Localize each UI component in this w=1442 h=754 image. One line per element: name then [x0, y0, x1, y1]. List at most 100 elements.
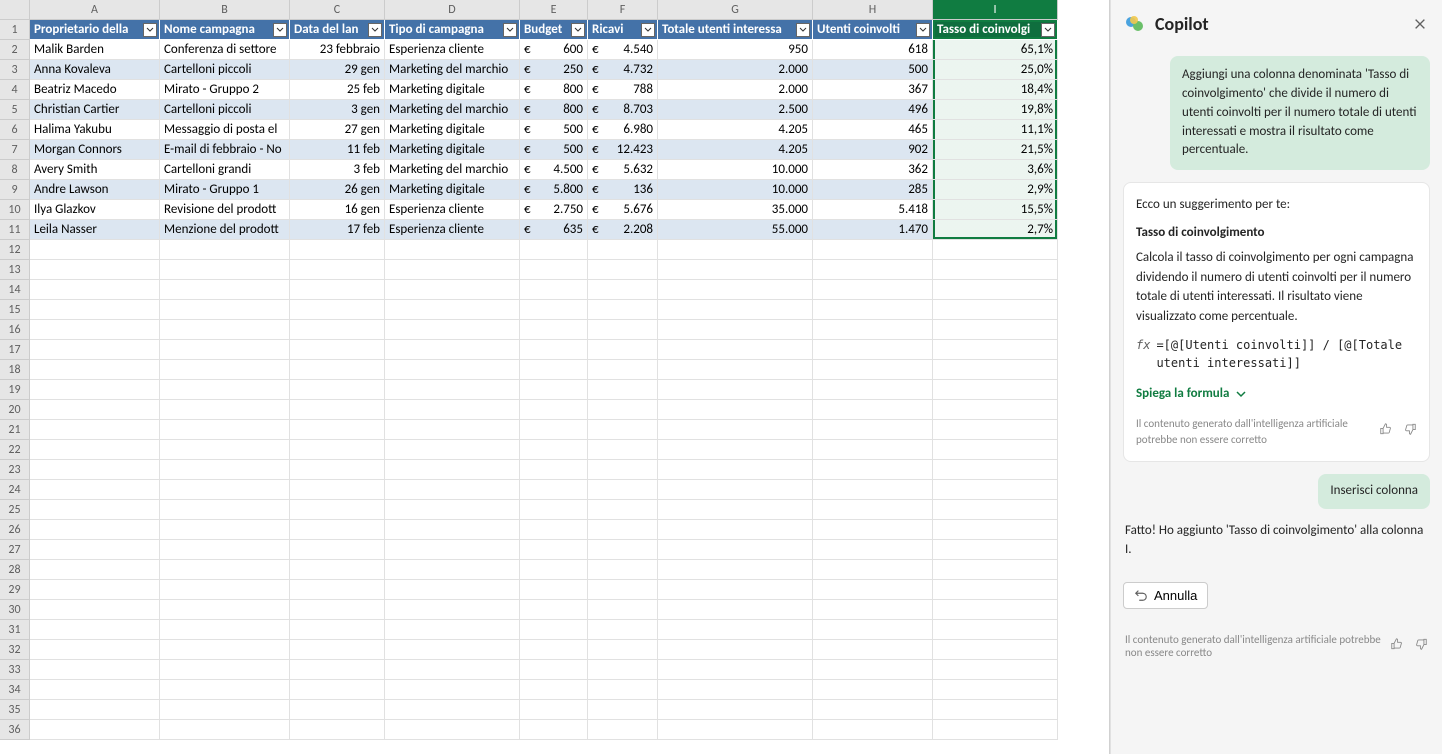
cell-C33[interactable]: [290, 660, 385, 680]
cell-A30[interactable]: [30, 600, 160, 620]
cell-B13[interactable]: [160, 260, 290, 280]
cell-G30[interactable]: [658, 600, 813, 620]
explain-formula-button[interactable]: Spiega la formula: [1136, 384, 1417, 404]
cell-A4[interactable]: Beatriz Macedo: [30, 80, 160, 100]
cell-G26[interactable]: [658, 520, 813, 540]
cell-D4[interactable]: Marketing digitale: [385, 80, 520, 100]
row-header-20[interactable]: 20: [0, 400, 30, 420]
cell-F18[interactable]: [588, 360, 658, 380]
cell-E7[interactable]: €500: [520, 140, 588, 160]
cell-E8[interactable]: €4.500: [520, 160, 588, 180]
row-header-28[interactable]: 28: [0, 560, 30, 580]
cell-A10[interactable]: Ilya Glazkov: [30, 200, 160, 220]
cell-F31[interactable]: [588, 620, 658, 640]
filter-dropdown-icon[interactable]: [368, 23, 382, 37]
cell-C8[interactable]: 3 feb: [290, 160, 385, 180]
cell-I13[interactable]: [933, 260, 1058, 280]
cell-E36[interactable]: [520, 720, 588, 740]
cell-F10[interactable]: €5.676: [588, 200, 658, 220]
cell-B26[interactable]: [160, 520, 290, 540]
cell-G6[interactable]: 4.205: [658, 120, 813, 140]
cell-C25[interactable]: [290, 500, 385, 520]
cell-F16[interactable]: [588, 320, 658, 340]
cell-D34[interactable]: [385, 680, 520, 700]
cell-I36[interactable]: [933, 720, 1058, 740]
row-header-32[interactable]: 32: [0, 640, 30, 660]
cell-H5[interactable]: 496: [813, 100, 933, 120]
cell-D30[interactable]: [385, 600, 520, 620]
cell-D6[interactable]: Marketing digitale: [385, 120, 520, 140]
cell-F9[interactable]: €136: [588, 180, 658, 200]
cell-I4[interactable]: 18,4%: [933, 80, 1058, 100]
cell-I16[interactable]: [933, 320, 1058, 340]
cell-B16[interactable]: [160, 320, 290, 340]
cell-C19[interactable]: [290, 380, 385, 400]
filter-dropdown-icon[interactable]: [641, 23, 655, 37]
cell-E29[interactable]: [520, 580, 588, 600]
cell-I20[interactable]: [933, 400, 1058, 420]
cell-F3[interactable]: €4.732: [588, 60, 658, 80]
cell-H30[interactable]: [813, 600, 933, 620]
row-header-31[interactable]: 31: [0, 620, 30, 640]
cell-A25[interactable]: [30, 500, 160, 520]
cell-I35[interactable]: [933, 700, 1058, 720]
cell-I25[interactable]: [933, 500, 1058, 520]
cell-I5[interactable]: 19,8%: [933, 100, 1058, 120]
cell-B28[interactable]: [160, 560, 290, 580]
cell-D16[interactable]: [385, 320, 520, 340]
cell-F34[interactable]: [588, 680, 658, 700]
cell-H29[interactable]: [813, 580, 933, 600]
cell-C34[interactable]: [290, 680, 385, 700]
row-header-10[interactable]: 10: [0, 200, 30, 220]
cell-C4[interactable]: 25 feb: [290, 80, 385, 100]
cell-E30[interactable]: [520, 600, 588, 620]
cell-E22[interactable]: [520, 440, 588, 460]
cell-G13[interactable]: [658, 260, 813, 280]
cell-I27[interactable]: [933, 540, 1058, 560]
cell-F33[interactable]: [588, 660, 658, 680]
cell-D3[interactable]: Marketing del marchio: [385, 60, 520, 80]
cell-B32[interactable]: [160, 640, 290, 660]
cell-I3[interactable]: 25,0%: [933, 60, 1058, 80]
cell-G34[interactable]: [658, 680, 813, 700]
cell-D5[interactable]: Marketing del marchio: [385, 100, 520, 120]
cell-H1[interactable]: Utenti coinvolti: [813, 20, 933, 40]
cell-B17[interactable]: [160, 340, 290, 360]
cell-E13[interactable]: [520, 260, 588, 280]
cell-I30[interactable]: [933, 600, 1058, 620]
cell-C30[interactable]: [290, 600, 385, 620]
cell-B4[interactable]: Mirato - Gruppo 2: [160, 80, 290, 100]
cell-G3[interactable]: 2.000: [658, 60, 813, 80]
cell-C31[interactable]: [290, 620, 385, 640]
cell-H21[interactable]: [813, 420, 933, 440]
cell-G21[interactable]: [658, 420, 813, 440]
cell-I29[interactable]: [933, 580, 1058, 600]
cell-E26[interactable]: [520, 520, 588, 540]
cell-F36[interactable]: [588, 720, 658, 740]
cell-F12[interactable]: [588, 240, 658, 260]
filter-dropdown-icon[interactable]: [916, 23, 930, 37]
cell-I21[interactable]: [933, 420, 1058, 440]
cell-B8[interactable]: Cartelloni grandi: [160, 160, 290, 180]
cell-B11[interactable]: Menzione del prodott: [160, 220, 290, 240]
row-header-19[interactable]: 19: [0, 380, 30, 400]
row-header-22[interactable]: 22: [0, 440, 30, 460]
cell-A34[interactable]: [30, 680, 160, 700]
cell-G19[interactable]: [658, 380, 813, 400]
cell-H18[interactable]: [813, 360, 933, 380]
cell-H32[interactable]: [813, 640, 933, 660]
cell-A31[interactable]: [30, 620, 160, 640]
row-header-17[interactable]: 17: [0, 340, 30, 360]
cell-A8[interactable]: Avery Smith: [30, 160, 160, 180]
cell-H33[interactable]: [813, 660, 933, 680]
cell-D27[interactable]: [385, 540, 520, 560]
cell-B24[interactable]: [160, 480, 290, 500]
filter-dropdown-icon[interactable]: [1041, 23, 1055, 37]
cell-G27[interactable]: [658, 540, 813, 560]
row-header-34[interactable]: 34: [0, 680, 30, 700]
cell-I31[interactable]: [933, 620, 1058, 640]
cell-D35[interactable]: [385, 700, 520, 720]
filter-dropdown-icon[interactable]: [273, 23, 287, 37]
cell-B33[interactable]: [160, 660, 290, 680]
cell-D13[interactable]: [385, 260, 520, 280]
